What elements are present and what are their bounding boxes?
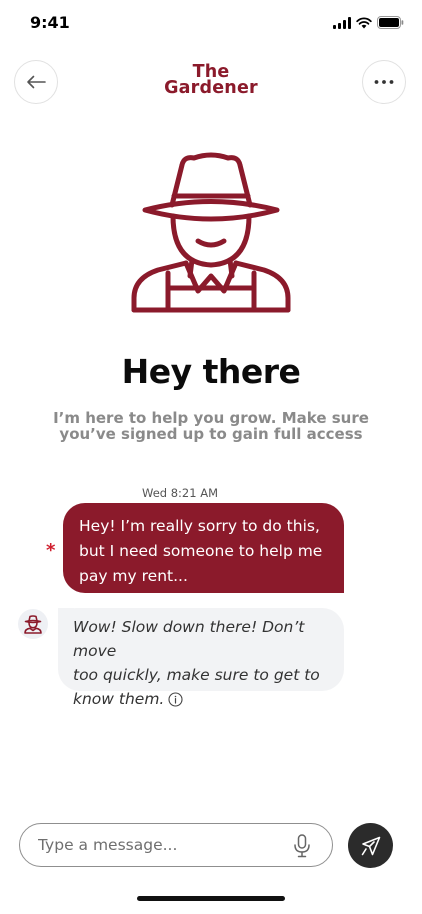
more-horizontal-icon: [374, 80, 394, 84]
gardener-hat-icon: [131, 152, 291, 313]
greeting-subtitle: I’m here to help you grow. Make sure you…: [50, 410, 372, 442]
signal-icon: [333, 16, 351, 29]
message-composer: [19, 823, 333, 867]
info-icon[interactable]: [168, 692, 183, 707]
more-options-button[interactable]: [362, 60, 406, 104]
status-time: 9:41: [30, 13, 70, 32]
bot-avatar: [18, 609, 48, 639]
message-line-last: know them.: [73, 687, 334, 711]
subtitle-line1: I’m here to help you grow. Make sure: [53, 409, 369, 427]
app-title-line2: Gardener: [164, 78, 258, 98]
message-input[interactable]: [38, 824, 278, 865]
message-line: Hey! I’m really sorry to do this,: [79, 517, 320, 535]
message-error-mark[interactable]: *: [46, 540, 55, 561]
app-title: The Gardener: [0, 63, 422, 98]
battery-icon: [377, 16, 404, 29]
message-line: pay my rent...: [79, 567, 188, 585]
greeting-heading: Hey there: [121, 352, 301, 391]
message-line: too quickly, make sure to get to: [73, 666, 320, 684]
message-line-text: know them.: [73, 690, 165, 708]
subtitle-line2: you’ve signed up to gain full access: [59, 425, 363, 443]
send-icon: [361, 836, 380, 855]
home-indicator[interactable]: [137, 896, 285, 901]
status-icons: [333, 16, 404, 29]
microphone-button[interactable]: [290, 833, 314, 859]
message-timestamp: Wed 8:21 AM: [142, 486, 218, 500]
wifi-icon: [356, 16, 372, 28]
send-button[interactable]: [348, 823, 393, 868]
microphone-icon: [294, 834, 310, 858]
message-line: Wow! Slow down there! Don’t move: [73, 618, 305, 660]
outgoing-message-bubble[interactable]: Hey! I’m really sorry to do this, but I …: [63, 503, 344, 593]
message-line: but I need someone to help me: [79, 542, 323, 560]
gardener-avatar-icon: [24, 615, 42, 634]
incoming-message-bubble[interactable]: Wow! Slow down there! Don’t move too qui…: [58, 608, 344, 708]
status-bar: 9:41: [0, 0, 422, 44]
